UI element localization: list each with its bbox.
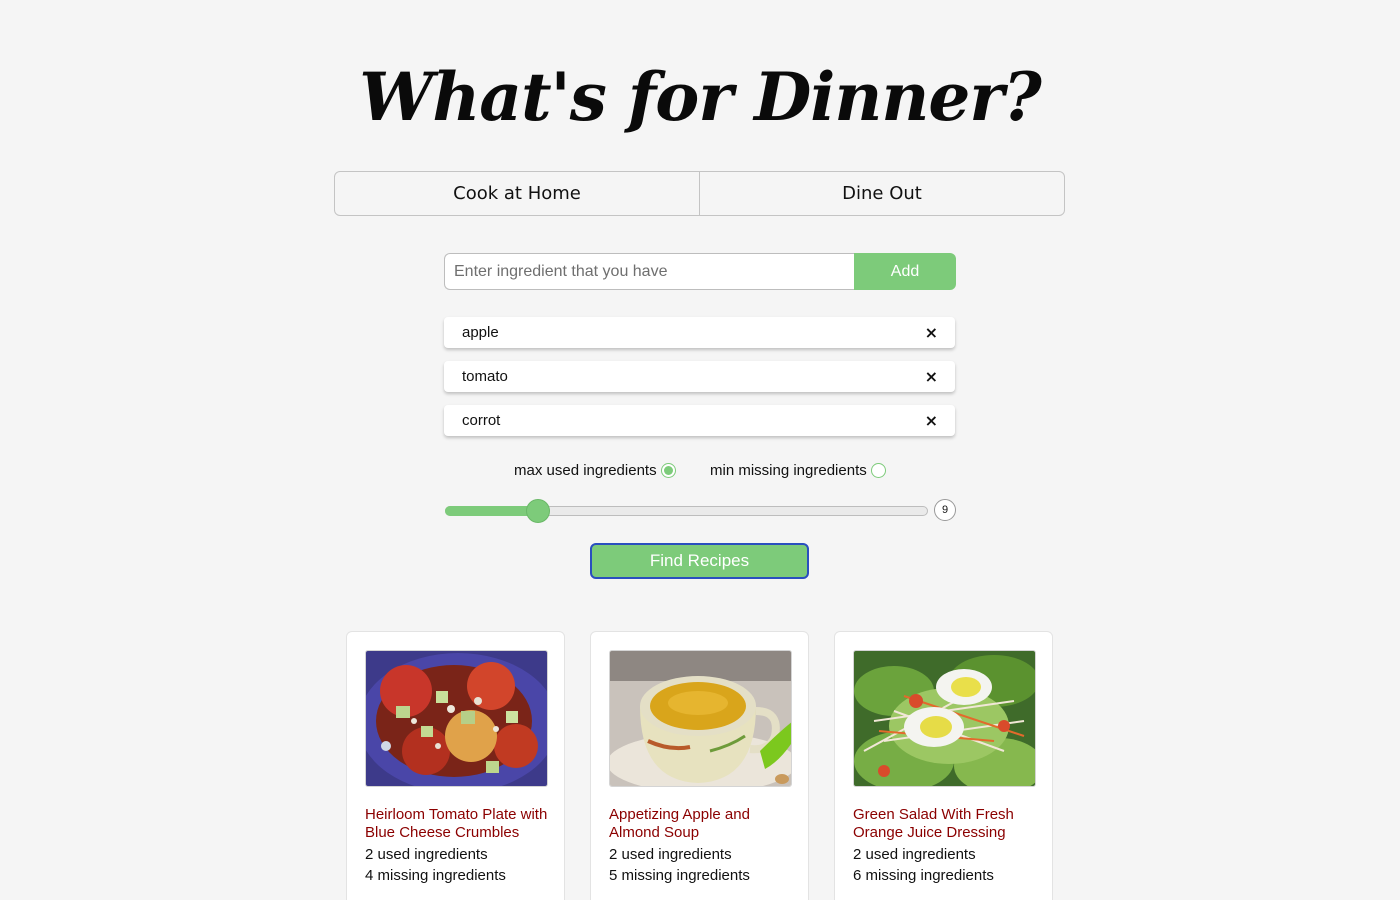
ingredient-item: corrot × [444, 405, 955, 436]
close-icon[interactable]: × [925, 412, 938, 429]
recipe-title-link[interactable]: Heirloom Tomato Plate with Blue Cheese C… [365, 806, 555, 842]
ingredient-item: tomato × [444, 361, 955, 392]
ingredient-name: tomato [462, 368, 508, 385]
sort-max-used-option[interactable]: max used ingredients [514, 462, 676, 479]
radio-max-used[interactable] [660, 463, 676, 478]
recipe-title-link[interactable]: Green Salad With Fresh Orange Juice Dres… [853, 806, 1043, 842]
recipe-card[interactable]: Heirloom Tomato Plate with Blue Cheese C… [346, 631, 565, 900]
recipe-used-count: 2 used ingredients [365, 846, 488, 863]
recipe-missing-count: 6 missing ingredients [853, 867, 994, 884]
ingredient-name: corrot [462, 412, 501, 429]
add-button[interactable]: Add [854, 253, 956, 290]
recipe-card[interactable]: Green Salad With Fresh Orange Juice Dres… [834, 631, 1053, 900]
recipe-title-link[interactable]: Appetizing Apple and Almond Soup [609, 806, 799, 842]
ingredient-input[interactable] [444, 253, 854, 290]
slider-fill [445, 506, 539, 516]
recipe-photo [853, 650, 1036, 787]
recipe-missing-count: 5 missing ingredients [609, 867, 750, 884]
recipe-used-count: 2 used ingredients [853, 846, 976, 863]
slider-thumb[interactable] [526, 499, 551, 523]
sort-option-label: max used ingredients [514, 462, 657, 479]
radio-min-missing[interactable] [870, 463, 886, 478]
page-title: What's for Dinner? [359, 58, 1042, 136]
sort-option-label: min missing ingredients [710, 462, 867, 479]
ingredient-name: apple [462, 324, 499, 341]
tab-dine-out[interactable]: Dine Out [699, 172, 1064, 215]
results-slider: 9 [445, 498, 957, 524]
mode-tabs: Cook at Home Dine Out [334, 171, 1065, 216]
close-icon[interactable]: × [925, 324, 938, 341]
close-icon[interactable]: × [925, 368, 938, 385]
recipe-card[interactable]: Appetizing Apple and Almond Soup 2 used … [590, 631, 809, 900]
sort-min-missing-option[interactable]: min missing ingredients [710, 462, 886, 479]
recipe-missing-count: 4 missing ingredients [365, 867, 506, 884]
recipe-photo [365, 650, 548, 787]
sort-options: max used ingredients min missing ingredi… [0, 462, 1400, 484]
recipe-photo [609, 650, 792, 787]
ingredient-item: apple × [444, 317, 955, 348]
ingredient-form: Add [444, 253, 956, 290]
tab-cook-at-home[interactable]: Cook at Home [335, 172, 699, 215]
find-recipes-button[interactable]: Find Recipes [590, 543, 809, 579]
slider-value-badge: 9 [934, 499, 956, 521]
ingredient-list: apple × tomato × corrot × [444, 317, 955, 449]
recipe-used-count: 2 used ingredients [609, 846, 732, 863]
